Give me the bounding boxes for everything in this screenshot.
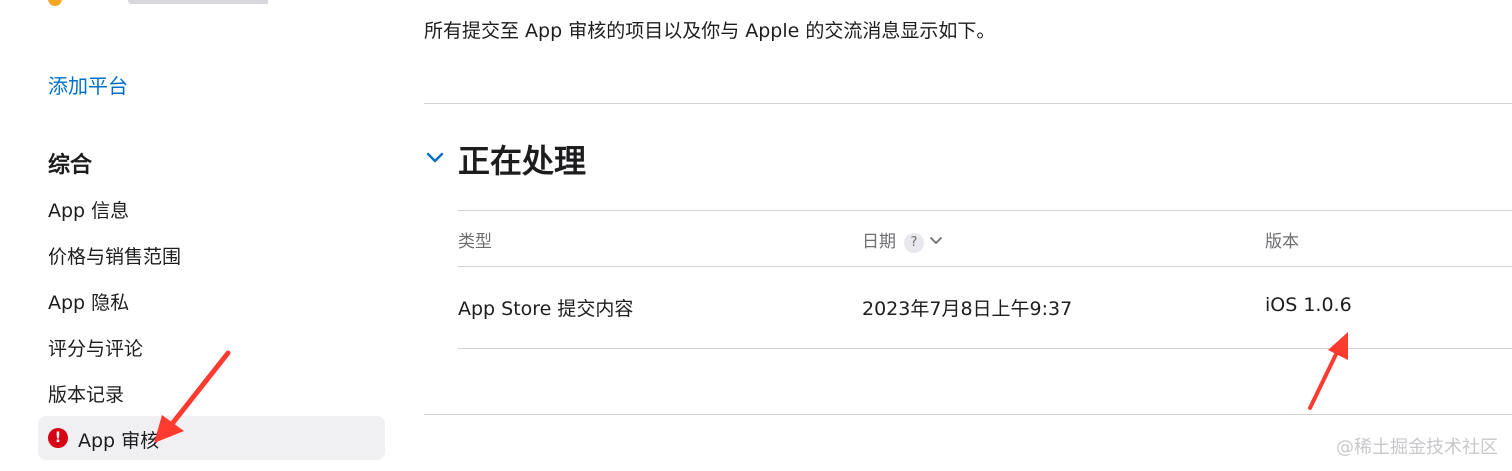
sidebar-section-title: 综合 <box>48 153 93 178</box>
status-dot <box>48 0 62 6</box>
section-title: 正在处理 <box>458 142 587 180</box>
row-date: 2023年7月8日上午9:37 <box>862 298 1073 320</box>
sidebar-item-ratings-reviews[interactable]: 评分与评论 <box>48 334 143 361</box>
sidebar: 添加平台 综合 App 信息 价格与销售范围 App 隐私 评分与评论 版本记录… <box>0 0 400 471</box>
main-content: 所有提交至 App 审核的项目以及你与 Apple 的交流消息显示如下。 正在处… <box>424 0 1512 471</box>
annotation-arrow <box>1308 332 1348 410</box>
column-header-date-label: 日期 <box>862 232 896 252</box>
watermark: @稀土掘金技术社区 <box>1336 437 1498 458</box>
sidebar-item-pricing[interactable]: 价格与销售范围 <box>48 242 181 269</box>
chevron-down-icon[interactable] <box>426 148 444 166</box>
column-header-date[interactable]: 日期? <box>862 227 942 253</box>
cut-off-label <box>128 0 268 4</box>
table-header-divider <box>458 266 1512 267</box>
chevron-down-icon[interactable] <box>930 237 942 245</box>
column-header-type: 类型 <box>458 232 492 252</box>
section-bottom-divider <box>424 414 1512 415</box>
row-type-link[interactable]: App Store 提交内容 <box>458 294 633 321</box>
sidebar-item-version-history[interactable]: 版本记录 <box>48 380 124 407</box>
cut-off-nav-item <box>48 0 268 6</box>
sidebar-item-app-info[interactable]: App 信息 <box>48 196 129 223</box>
column-header-version: 版本 <box>1265 232 1299 252</box>
table-top-divider <box>458 210 1512 211</box>
row-version: iOS 1.0.6 <box>1265 294 1352 316</box>
sidebar-item-app-privacy[interactable]: App 隐私 <box>48 288 129 315</box>
add-platform-link[interactable]: 添加平台 <box>48 70 128 99</box>
intro-text: 所有提交至 App 审核的项目以及你与 Apple 的交流消息显示如下。 <box>424 20 996 42</box>
annotation-arrow <box>154 350 231 443</box>
help-icon[interactable]: ? <box>904 233 924 253</box>
divider <box>424 103 1512 104</box>
alert-icon: ! <box>48 428 68 448</box>
